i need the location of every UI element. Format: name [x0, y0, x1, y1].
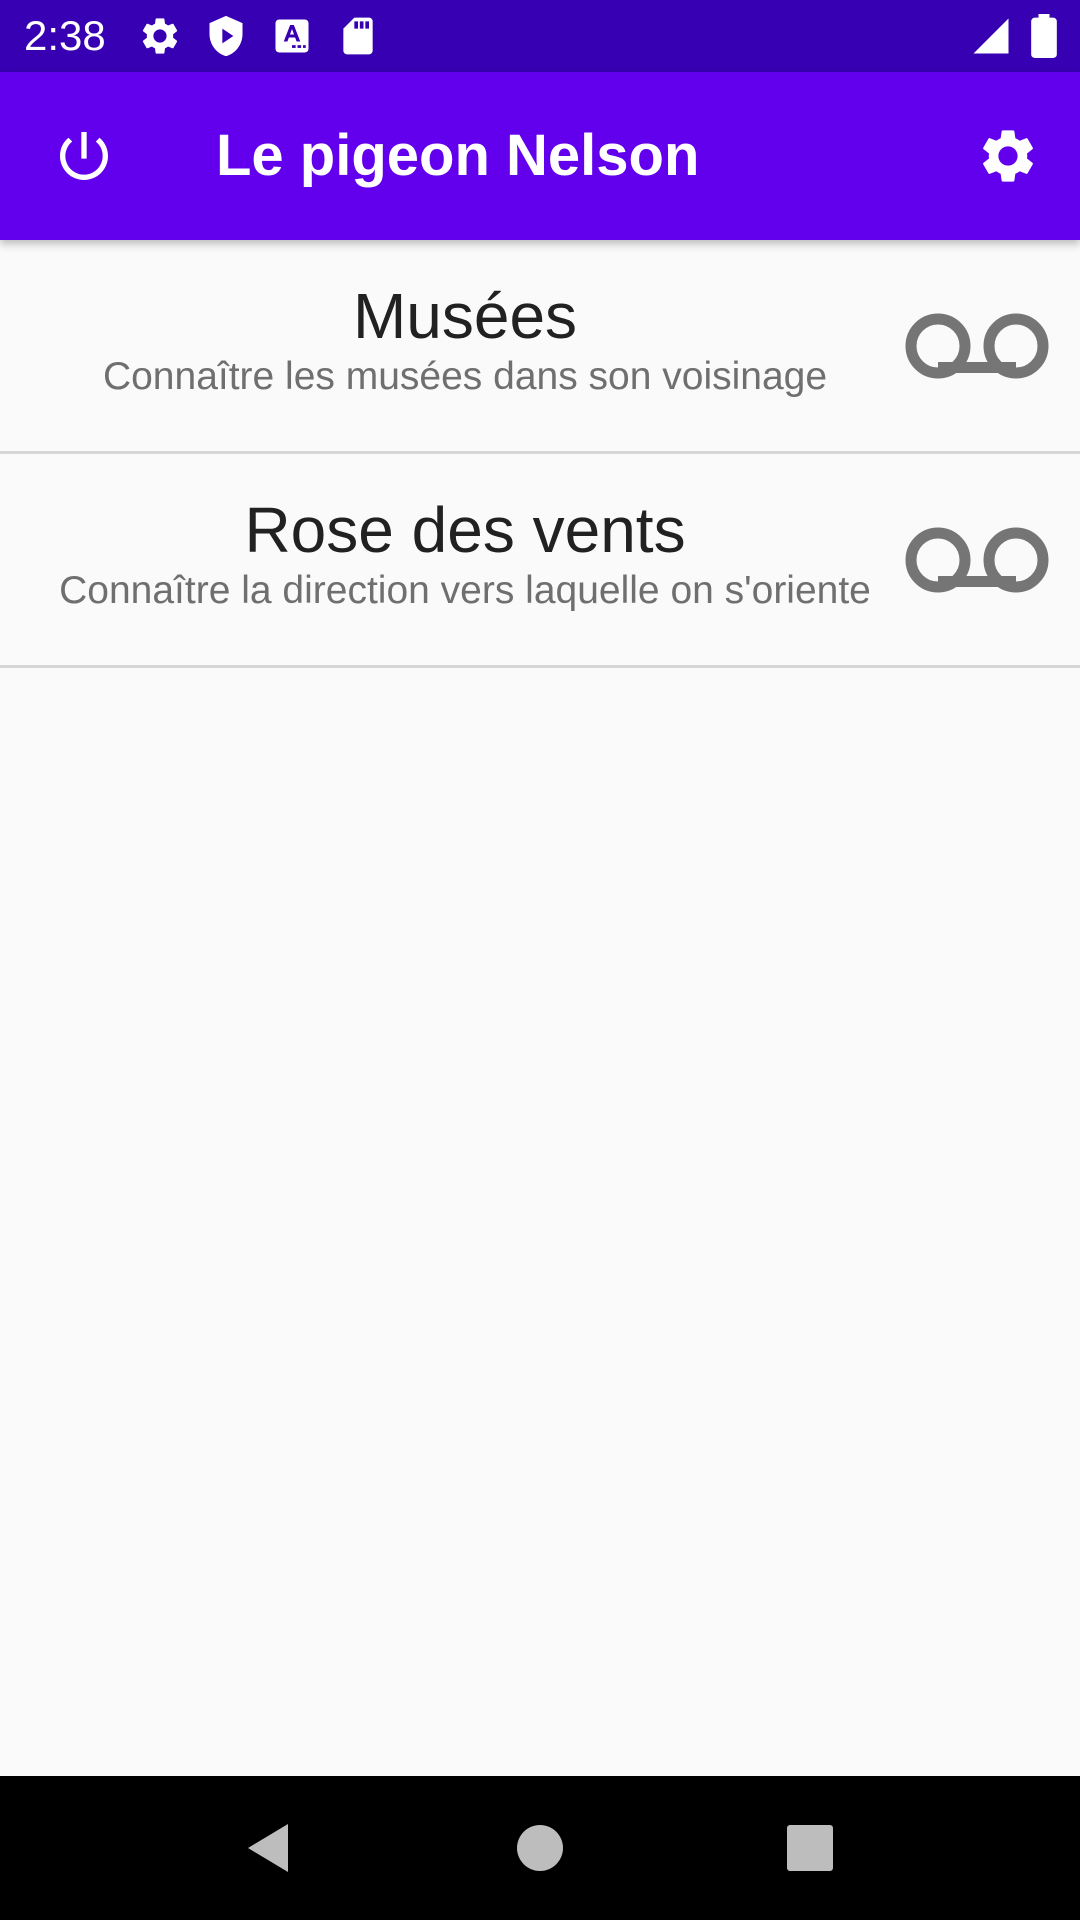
navigation-bar — [0, 1776, 1080, 1920]
service-list: Musées Connaître les musées dans son voi… — [0, 240, 1080, 668]
status-time: 2:38 — [24, 12, 106, 59]
row-subtitle: Connaître les musées dans son voisinage — [102, 355, 828, 398]
gear-icon[interactable] — [976, 124, 1040, 188]
row-text: Rose des vents Connaître la direction ve… — [0, 454, 930, 616]
back-icon[interactable] — [240, 1818, 300, 1878]
row-subtitle: Connaître la direction vers laquelle on … — [59, 569, 871, 612]
row-text: Musées Connaître les musées dans son voi… — [0, 240, 930, 402]
settings-icon — [138, 14, 182, 58]
sd-card-icon — [336, 14, 380, 58]
voicemail-icon[interactable] — [902, 306, 1052, 386]
row-title: Rose des vents — [244, 494, 686, 566]
status-bar: 2:38 — [0, 0, 1080, 72]
home-icon[interactable] — [510, 1818, 570, 1878]
app-bar: Le pigeon Nelson — [0, 72, 1080, 240]
battery-icon — [1030, 14, 1058, 58]
list-item-rose-des-vents[interactable]: Rose des vents Connaître la direction ve… — [0, 454, 1080, 668]
power-icon[interactable] — [52, 124, 116, 188]
cell-signal-icon — [970, 14, 1012, 58]
app-title: Le pigeon Nelson — [216, 123, 700, 188]
text-input-icon — [270, 14, 314, 58]
play-protect-icon — [204, 14, 248, 58]
recents-icon[interactable] — [780, 1818, 840, 1878]
voicemail-icon[interactable] — [902, 520, 1052, 600]
list-item-musees[interactable]: Musées Connaître les musées dans son voi… — [0, 240, 1080, 454]
row-title: Musées — [352, 280, 578, 352]
